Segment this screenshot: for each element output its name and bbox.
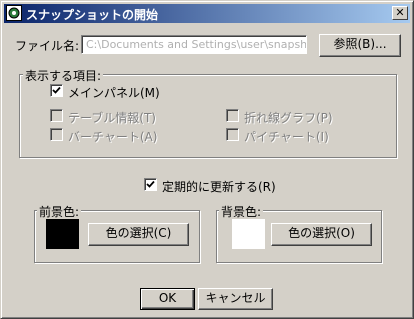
snapshot-dialog: スナップショットの開始 ✕ ファイル名: C:\Documents and Se…: [0, 0, 414, 319]
foreground-color-swatch: [46, 219, 79, 249]
periodic-update-checkbox[interactable]: [144, 178, 157, 191]
pie-chart-label[interactable]: パイチャート(I): [244, 128, 329, 145]
background-color-title: 背景色:: [219, 203, 264, 220]
file-name-field[interactable]: C:\Documents and Settings\user\snapshot.…: [81, 35, 307, 54]
bar-chart-label[interactable]: バーチャート(A): [68, 128, 157, 145]
ok-button[interactable]: OK: [140, 288, 195, 310]
line-graph-checkbox[interactable]: [226, 109, 239, 122]
periodic-update-label[interactable]: 定期的に更新する(R): [162, 178, 276, 195]
background-choose-color-button[interactable]: 色の選択(O): [271, 223, 372, 246]
foreground-choose-color-button[interactable]: 色の選択(C): [88, 223, 189, 246]
browse-button[interactable]: 参照(B)...: [319, 34, 401, 57]
check-icon: [52, 86, 61, 94]
title-bar[interactable]: スナップショットの開始 ✕: [4, 4, 410, 23]
app-icon: [6, 5, 22, 21]
table-info-label[interactable]: テーブル情報(T): [68, 109, 156, 126]
pie-chart-checkbox[interactable]: [226, 128, 239, 141]
file-name-label: ファイル名:: [15, 39, 80, 53]
main-panel-checkbox[interactable]: [50, 84, 63, 97]
window-title: スナップショットの開始: [26, 8, 159, 22]
background-color-swatch: [232, 219, 265, 249]
line-graph-label[interactable]: 折れ線グラフ(P): [244, 109, 333, 126]
display-items-title: 表示する項目:: [23, 67, 104, 84]
foreground-color-title: 前景色:: [37, 203, 82, 220]
bar-chart-checkbox[interactable]: [50, 128, 63, 141]
close-icon: ✕: [395, 6, 405, 19]
main-panel-label[interactable]: メインパネル(M): [68, 84, 160, 101]
check-icon: [146, 180, 155, 188]
table-info-checkbox[interactable]: [50, 109, 63, 122]
close-button[interactable]: ✕: [392, 6, 408, 20]
cancel-button[interactable]: キャンセル: [198, 288, 273, 310]
